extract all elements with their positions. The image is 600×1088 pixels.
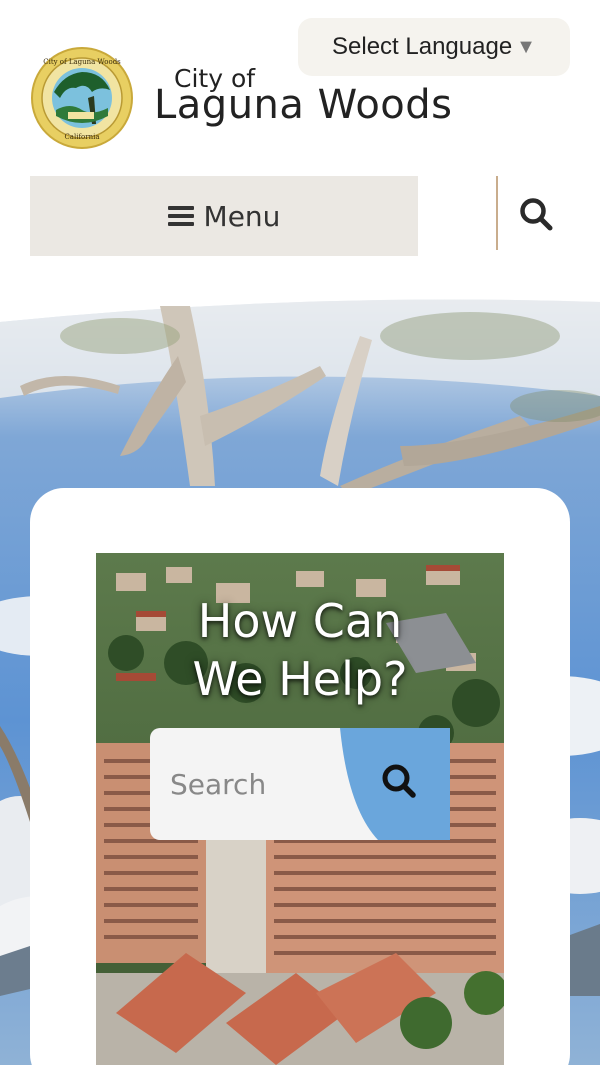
header-search-button[interactable]	[510, 188, 562, 240]
help-search-button[interactable]	[340, 728, 450, 840]
select-language-label: Select Language	[332, 33, 513, 60]
search-icon	[520, 198, 553, 231]
svg-text:California: California	[64, 133, 99, 141]
brand-laguna-woods[interactable]: Laguna Woods	[154, 82, 453, 128]
menu-button[interactable]: Menu	[30, 176, 418, 256]
select-language-dropdown[interactable]: Select Language ▼	[298, 18, 570, 76]
help-heading: How Can We Help?	[192, 594, 408, 706]
city-seal-logo[interactable]: City of Laguna Woods California	[30, 46, 134, 150]
svg-text:City of Laguna Woods: City of Laguna Woods	[43, 58, 121, 66]
help-search-input[interactable]	[150, 728, 350, 840]
menu-label: Menu	[203, 199, 281, 233]
hamburger-icon	[167, 206, 194, 226]
help-search-box	[150, 728, 450, 840]
nav-divider	[496, 176, 498, 250]
caret-down-icon: ▼	[516, 35, 536, 58]
